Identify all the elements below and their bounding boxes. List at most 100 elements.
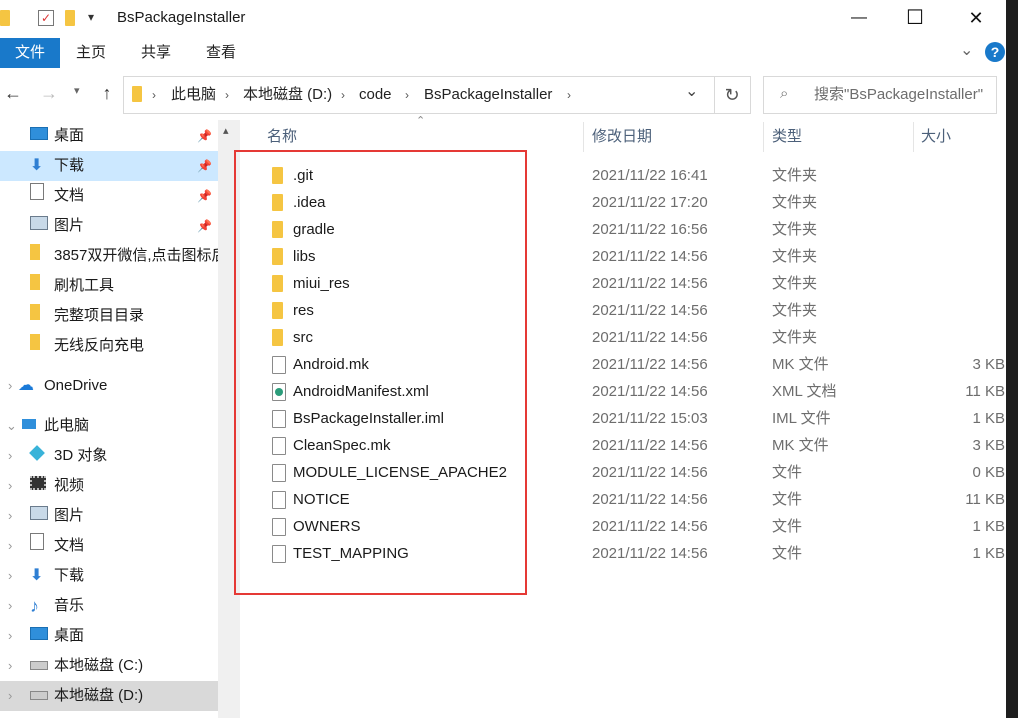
tab-share[interactable]: 共享 [129,38,183,68]
chevron-right-icon[interactable]: › [8,471,12,501]
nav-item-this-pc-child[interactable]: › 本地磁盘 (D:) [0,681,218,711]
chevron-right-icon[interactable]: › [8,371,12,401]
nav-item-this-pc-child[interactable]: › 图片 [0,501,218,531]
chevron-right-icon[interactable]: › [341,77,345,113]
nav-item-quick-access[interactable]: 无线反向充电 [0,331,218,361]
nav-item-quick-access[interactable]: 完整项目目录 [0,301,218,331]
file-type: MK 文件 [772,437,829,454]
refresh-button[interactable]: ↻ [714,77,749,113]
nav-item-onedrive[interactable]: › ☁ OneDrive [0,371,218,401]
chevron-right-icon[interactable]: › [225,77,229,113]
highlight-box [234,150,527,595]
chevron-right-icon[interactable]: › [8,591,12,621]
up-button[interactable]: ↑ [94,80,120,106]
properties-checkbox-icon[interactable]: ✓ [38,10,54,26]
file-type: 文件夹 [772,194,818,211]
nav-item-label: 本地磁盘 (C:) [54,657,144,674]
column-header-modified[interactable]: 修改日期 [592,120,652,154]
nav-item-quick-access[interactable]: 图片 📌 [0,211,218,241]
search-box[interactable]: ⌕ 搜索"BsPackageInstaller" [763,76,997,114]
music-icon: ♪ [30,596,39,616]
nav-item-quick-access[interactable]: 文档 📌 [0,181,218,211]
nav-item-quick-access[interactable]: 桌面 📌 [0,121,218,151]
ribbon-expand-icon[interactable]: ⌄ [960,40,973,60]
tab-view[interactable]: 查看 [194,38,248,68]
nav-item-this-pc-child[interactable]: › 视频 [0,471,218,501]
nav-item-quick-access[interactable]: 刷机工具 [0,271,218,301]
nav-item-label: 无线反向充电 [54,337,145,354]
file-modified: 2021/11/22 16:56 [592,221,708,238]
pin-icon[interactable]: 📌 [197,181,212,211]
quick-access-dropdown-icon[interactable]: ▾ [88,10,94,24]
chevron-right-icon[interactable]: › [8,441,12,471]
chevron-right-icon[interactable]: › [8,501,12,531]
maximize-button[interactable]: ☐ [892,6,938,30]
close-button[interactable]: ✕ [953,6,999,30]
column-header-name[interactable]: 名称 [267,120,297,154]
nav-item-this-pc-child[interactable]: › 文档 [0,531,218,561]
column-header-size[interactable]: 大小 [921,120,951,154]
chevron-right-icon[interactable]: › [8,561,12,591]
column-divider[interactable] [583,122,584,152]
download-icon: ⬇ [30,157,44,174]
file-type: 文件 [772,518,803,535]
column-divider[interactable] [913,122,914,152]
download-icon: ⬇ [30,567,44,584]
file-modified: 2021/11/22 14:56 [592,275,708,292]
new-folder-icon[interactable] [65,10,75,26]
chevron-down-icon[interactable]: ⌄ [6,411,17,441]
help-icon[interactable]: ? [985,42,1005,62]
nav-item-this-pc-child[interactable]: › ⬇ 下载 [0,561,218,591]
nav-item-quick-access[interactable]: 3857双开微信,点击图标后 [0,241,218,271]
nav-item-this-pc-child[interactable]: › ♪ 音乐 [0,591,218,621]
nav-item-label: 下载 [54,157,85,174]
desktop-icon [30,621,48,651]
minimize-button[interactable]: — [836,6,882,30]
ribbon-tabs: 文件 主页 共享 查看 ⌄ ? [0,38,1006,68]
address-dropdown-icon[interactable]: ⌄ [685,81,698,101]
scroll-up-icon[interactable]: ▴ [223,124,229,137]
file-modified: 2021/11/22 14:56 [592,302,708,319]
file-modified: 2021/11/22 14:56 [592,437,708,454]
tab-home[interactable]: 主页 [64,38,118,68]
chevron-right-icon[interactable]: › [8,531,12,561]
file-size: 11 KB [965,491,1005,508]
chevron-right-icon[interactable]: › [152,77,156,113]
pin-icon[interactable]: 📌 [197,121,212,151]
nav-item-label: 桌面 [54,127,85,144]
nav-item-this-pc-child[interactable]: › 本地磁盘 (C:) [0,651,218,681]
nav-item-label: OneDrive [44,377,108,394]
pin-icon[interactable]: 📌 [197,211,212,241]
nav-item-quick-access[interactable]: ⬇ 下载 📌 [0,151,218,181]
recent-dropdown-icon[interactable]: ▾ [74,84,80,97]
back-button[interactable]: ← [0,80,26,106]
file-modified: 2021/11/22 14:56 [592,464,708,481]
navigation-pane: 桌面 📌 ⬇ 下载 📌 文档 📌 图片 📌 3857双开微信,点击图标后 刷机工具 完整项目目录 无线反… [0,120,218,718]
chevron-right-icon[interactable]: › [8,621,12,651]
chevron-right-icon[interactable]: › [8,681,12,711]
pin-icon[interactable]: 📌 [197,151,212,181]
nav-item-this-pc[interactable]: ⌄ 此电脑 [0,411,218,441]
breadcrumb-drive-d[interactable]: 本地磁盘 (D:) [243,77,332,113]
chevron-right-icon[interactable]: › [405,77,409,113]
file-modified: 2021/11/22 17:20 [592,194,708,211]
breadcrumb-current[interactable]: BsPackageInstaller [424,77,552,113]
address-bar[interactable]: › 此电脑 › 本地磁盘 (D:) › code › BsPackageInst… [123,76,751,114]
tab-file[interactable]: 文件 [0,38,60,68]
nav-item-this-pc-child[interactable]: › 3D 对象 [0,441,218,471]
breadcrumb-this-pc[interactable]: 此电脑 [171,77,216,113]
nav-item-label: 本地磁盘 (D:) [54,687,144,704]
column-divider[interactable] [763,122,764,152]
file-size: 1 KB [972,545,1005,562]
chevron-right-icon[interactable]: › [567,77,571,113]
breadcrumb-code[interactable]: code [359,77,392,113]
document-icon [30,531,44,561]
nav-item-label: 3D 对象 [54,447,108,464]
forward-button[interactable]: → [36,80,62,106]
nav-item-this-pc-child[interactable]: › 桌面 [0,621,218,651]
chevron-right-icon[interactable]: › [8,651,12,681]
nav-item-label: 3857双开微信,点击图标后 [54,247,218,264]
search-input[interactable]: 搜索"BsPackageInstaller" [814,77,983,113]
folder-icon [0,10,10,26]
column-header-type[interactable]: 类型 [772,120,802,154]
